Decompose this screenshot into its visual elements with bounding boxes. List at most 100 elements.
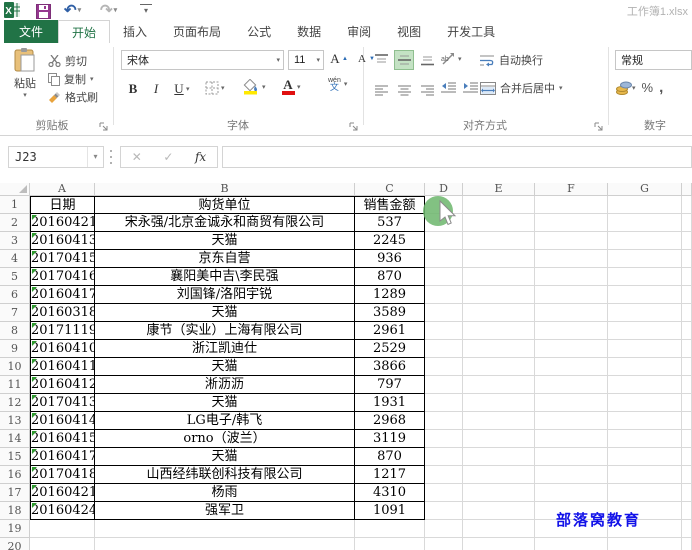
save-button[interactable] (36, 2, 51, 20)
cell[interactable] (535, 322, 608, 340)
cell[interactable]: 杨雨 (95, 484, 355, 502)
cell[interactable] (608, 394, 682, 412)
cell[interactable]: 20160421 (30, 484, 95, 502)
cell[interactable]: 刘国锋/洛阳宇锐 (95, 286, 355, 304)
cell[interactable] (682, 322, 692, 340)
cell[interactable]: LG电子/韩飞 (95, 412, 355, 430)
cell[interactable] (608, 196, 682, 214)
row-header-14[interactable]: 14 (0, 430, 30, 448)
cell[interactable] (463, 340, 535, 358)
cell[interactable] (355, 538, 425, 550)
row-header-17[interactable]: 17 (0, 484, 30, 502)
cell[interactable] (608, 286, 682, 304)
cell[interactable]: 3119 (355, 430, 425, 448)
number-format-combo[interactable]: 常规 (615, 50, 692, 70)
row-header-20[interactable]: 20 (0, 538, 30, 550)
cell[interactable] (535, 214, 608, 232)
cell[interactable] (95, 538, 355, 550)
cell[interactable] (425, 412, 463, 430)
cell[interactable] (682, 250, 692, 268)
cell[interactable] (608, 376, 682, 394)
cell[interactable]: 日期 (30, 196, 95, 214)
cell[interactable] (425, 394, 463, 412)
cell[interactable] (682, 412, 692, 430)
tab-file[interactable]: 文件 (4, 20, 59, 43)
cell[interactable] (682, 214, 692, 232)
cell[interactable]: orno（波兰） (95, 430, 355, 448)
italic-button[interactable]: I (149, 81, 163, 97)
tab-data[interactable]: 数据 (284, 20, 335, 43)
cell[interactable]: 20160417 (30, 448, 95, 466)
cell[interactable]: 20171119 (30, 322, 95, 340)
cell[interactable] (682, 538, 692, 550)
cell[interactable] (535, 538, 608, 550)
underline-button[interactable]: U ▾ (172, 81, 189, 97)
font-name-combo[interactable]: 宋体 ▾ (121, 50, 284, 70)
cell[interactable]: 20160411 (30, 358, 95, 376)
cell[interactable]: 2961 (355, 322, 425, 340)
borders-button[interactable]: ▾ (205, 81, 225, 95)
cell[interactable] (535, 412, 608, 430)
cell[interactable]: 870 (355, 268, 425, 286)
cell[interactable] (425, 502, 463, 520)
cell[interactable] (425, 538, 463, 550)
tab-formulas[interactable]: 公式 (234, 20, 285, 43)
cell[interactable]: 3589 (355, 304, 425, 322)
cell[interactable]: 康节（实业）上海有限公司 (95, 322, 355, 340)
align-right-button[interactable] (417, 80, 437, 100)
align-top-button[interactable] (371, 50, 391, 70)
cell[interactable]: 20170413 (30, 394, 95, 412)
insert-function-button[interactable]: fx (195, 150, 206, 164)
cell[interactable] (425, 358, 463, 376)
cell[interactable] (425, 286, 463, 304)
cell[interactable] (682, 286, 692, 304)
tab-home[interactable]: 开始 (58, 20, 111, 43)
font-color-button[interactable]: A ▾ (281, 78, 301, 95)
cell[interactable]: 天猫 (95, 304, 355, 322)
cell[interactable] (425, 340, 463, 358)
cancel-button[interactable]: ✕ (132, 150, 142, 164)
row-header-19[interactable]: 19 (0, 520, 30, 538)
cell[interactable]: 山西经纬联创科技有限公司 (95, 466, 355, 484)
column-header-D[interactable]: D (425, 183, 463, 196)
cell[interactable] (608, 214, 682, 232)
row-header-11[interactable]: 11 (0, 376, 30, 394)
formula-bar-grip[interactable] (110, 150, 113, 164)
column-header-F[interactable]: F (535, 183, 608, 196)
name-box-caret-icon[interactable]: ▾ (87, 147, 103, 167)
cell[interactable] (535, 484, 608, 502)
font-size-combo[interactable]: 11 ▾ (288, 50, 324, 70)
cell[interactable]: 宋永强/北京金诚永和商贸有限公司 (95, 214, 355, 232)
tab-view[interactable]: 视图 (384, 20, 435, 43)
cell[interactable] (425, 196, 463, 214)
undo-button[interactable]: ↶ ▾ (64, 1, 81, 19)
cell[interactable] (425, 448, 463, 466)
percent-style-button[interactable]: % (642, 80, 654, 95)
cell[interactable] (682, 376, 692, 394)
column-header-E[interactable]: E (463, 183, 535, 196)
wrap-text-button[interactable]: 自动换行 (480, 52, 543, 68)
cell[interactable] (608, 538, 682, 550)
cell[interactable]: 2245 (355, 232, 425, 250)
cell[interactable] (463, 520, 535, 538)
cell[interactable]: 797 (355, 376, 425, 394)
phonetic-button[interactable]: wén 文 ▾ (328, 77, 347, 92)
cell[interactable]: 20160424 (30, 502, 95, 520)
cell[interactable] (463, 268, 535, 286)
cut-button[interactable]: 剪切 (48, 53, 87, 69)
cell[interactable] (682, 232, 692, 250)
cell[interactable] (463, 196, 535, 214)
cell[interactable] (463, 304, 535, 322)
cell[interactable] (682, 394, 692, 412)
cell[interactable] (463, 484, 535, 502)
cell[interactable] (682, 466, 692, 484)
cell[interactable] (535, 304, 608, 322)
row-header-1[interactable]: 1 (0, 196, 30, 214)
cell[interactable]: 3866 (355, 358, 425, 376)
cell[interactable] (425, 304, 463, 322)
copy-button[interactable]: 复制 ▾ (48, 71, 94, 87)
cell[interactable]: 20160415 (30, 430, 95, 448)
cell[interactable]: 20160413 (30, 232, 95, 250)
cell[interactable]: 20160421 (30, 214, 95, 232)
cell[interactable]: 1217 (355, 466, 425, 484)
